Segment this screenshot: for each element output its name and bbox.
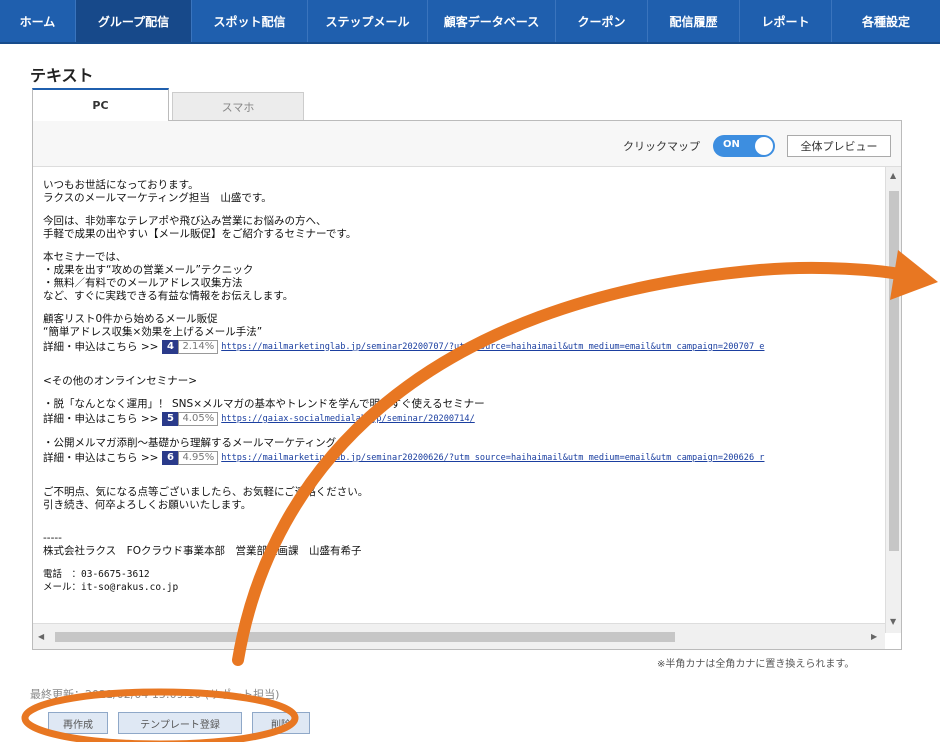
signature: 株式会社ラクス FOクラウド事業本部 営業部企画課 山盛有希子 [43,545,362,557]
nav-settings[interactable]: 各種設定 [832,0,940,42]
vertical-scrollbar[interactable]: ▲ ▼ [885,167,901,633]
toggle-label: ON [723,139,740,150]
body-line: ・公開メルマガ添削～基礎から理解するメールマーケティング～ [43,437,347,449]
recreate-button[interactable]: 再作成 [48,712,108,734]
section-title: テキスト [30,66,94,85]
scroll-left-icon[interactable]: ◀ [38,632,44,641]
body-line: 今回は、非効率なテレアポや飛び込み営業にお悩みの方へ、 [43,215,327,227]
click-rate: 4.95% [178,451,219,465]
text-panel: クリックマップ ON 全体プレビュー いつもお世話になっております。 ラクスのメ… [32,120,902,650]
body-line: ラクスのメールマーケティング担当 山盛です。 [43,192,272,204]
kana-note: ※半角カナは全角カナに置き換えられます。 [657,659,855,670]
toggle-knob [755,137,773,155]
nav-coupon[interactable]: クーポン [556,0,648,42]
body-line: ご不明点、気になる点等ございましたら、お気軽にご連絡ください。 [43,486,369,498]
clickmap-toggle[interactable]: ON [713,135,775,157]
phone-line: 電話 ：03-6675-3612 [43,569,150,580]
mail-body: いつもお世話になっております。 ラクスのメールマーケティング担当 山盛です。 今… [33,167,885,623]
top-nav: ホーム グループ配信 スポット配信 ステップメール 顧客データベース クーポン … [0,0,940,44]
tracked-link[interactable]: https://gaiax-socialmedialab.jp/seminar/… [221,413,475,426]
body-line: ・成果を出す“攻めの営業メール”テクニック [43,264,254,276]
tracked-link[interactable]: https://mailmarketinglab.jp/seminar20200… [221,341,764,354]
scroll-down-icon[interactable]: ▼ [890,617,896,626]
body-line: ・脱「なんとなく運用」！ SNS×メルマガの基本やトレンドを学んで明日すぐ使える… [43,398,485,410]
body-line: 本セミナーでは、 [43,251,127,263]
clickmap-label: クリックマップ [623,140,700,153]
template-register-button[interactable]: テンプレート登録 [118,712,242,734]
nav-report[interactable]: レポート [740,0,832,42]
click-count-badge: 4 [162,340,179,354]
body-line: など、すぐに実践できる有益な情報をお伝えします。 [43,290,294,302]
tab-smartphone[interactable]: スマホ [172,92,304,121]
full-preview-button[interactable]: 全体プレビュー [787,135,891,157]
scroll-right-icon[interactable]: ▶ [871,632,877,641]
horizontal-scroll-thumb[interactable] [55,632,675,642]
click-count-badge: 6 [162,451,179,465]
click-rate: 2.14% [178,340,219,354]
body-line: 引き続き、何卒よろしくお願いいたします。 [43,499,252,511]
horizontal-scrollbar[interactable]: ◀ ▶ [33,623,885,649]
click-rate: 4.05% [178,412,219,426]
email-line: メール：it-so@rakus.co.jp [43,582,179,593]
link-row: 詳細・申込はこちら >> 4 2.14% https://mailmarketi… [43,339,885,355]
link-row: 詳細・申込はこちら >> 6 4.95% https://mailmarketi… [43,450,885,466]
vertical-scroll-thumb[interactable] [889,191,899,551]
nav-delivery-history[interactable]: 配信履歴 [648,0,740,42]
link-row: 詳細・申込はこちら >> 5 4.05% https://gaiax-socia… [43,411,885,427]
body-line: 顧客リスト0件から始めるメール販促 [43,313,218,325]
body-line: ----- [43,532,62,544]
link-label: 詳細・申込はこちら >> [43,340,159,353]
link-label: 詳細・申込はこちら >> [43,451,159,464]
body-line: 手軽で成果の出やすい【メール販促】をご紹介するセミナーです。 [43,228,357,240]
tracked-link[interactable]: https://mailmarketinglab.jp/seminar20200… [221,452,764,465]
nav-group-delivery[interactable]: グループ配信 [76,0,192,42]
panel-toolbar: クリックマップ ON 全体プレビュー [33,121,901,167]
nav-customer-db[interactable]: 顧客データベース [428,0,556,42]
link-label: 詳細・申込はこちら >> [43,412,159,425]
body-line: ・無料／有料でのメールアドレス収集方法 [43,277,243,289]
scroll-up-icon[interactable]: ▲ [890,171,896,180]
delete-button[interactable]: 削除 [252,712,310,734]
body-line: いつもお世話になっております。 [43,179,199,191]
nav-step-mail[interactable]: ステップメール [308,0,428,42]
body-line: <その他のオンラインセミナー> [43,375,198,387]
nav-home[interactable]: ホーム [0,0,76,42]
last-updated: 最終更新：2021/02/04 15:09:10 (サポート担当) [30,688,280,701]
body-line: “簡単アドレス収集×効果を上げるメール手法” [43,326,263,338]
click-count-badge: 5 [162,412,179,426]
tab-pc[interactable]: PC [32,88,169,121]
nav-spot-delivery[interactable]: スポット配信 [192,0,308,42]
